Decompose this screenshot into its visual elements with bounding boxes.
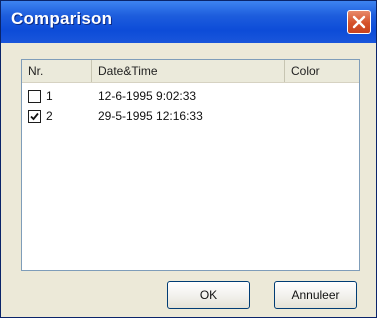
list-header: Nr. Date&Time Color xyxy=(22,60,359,83)
comparison-list[interactable]: Nr. Date&Time Color 1 12-6-1995 9:02:33 … xyxy=(21,59,360,271)
column-header-nr[interactable]: Nr. xyxy=(22,60,92,82)
close-icon xyxy=(352,15,366,29)
comparison-dialog: Comparison Nr. Date&Time Color 1 12-6-19… xyxy=(0,0,377,318)
list-item[interactable]: 2 29-5-1995 12:16:33 xyxy=(22,107,359,127)
row-checkbox[interactable] xyxy=(28,110,41,123)
cancel-button[interactable]: Annuleer xyxy=(274,281,357,309)
row-datetime: 12-6-1995 9:02:33 xyxy=(98,89,197,103)
title-bar[interactable]: Comparison xyxy=(1,1,376,43)
close-button[interactable] xyxy=(347,10,371,34)
dialog-title: Comparison xyxy=(11,9,113,28)
row-nr: 2 xyxy=(46,109,53,123)
row-datetime: 29-5-1995 12:16:33 xyxy=(98,109,203,123)
list-item[interactable]: 1 12-6-1995 9:02:33 xyxy=(22,87,359,107)
column-header-datetime[interactable]: Date&Time xyxy=(92,60,285,82)
row-nr: 1 xyxy=(46,89,53,103)
column-header-color[interactable]: Color xyxy=(285,60,359,82)
row-checkbox[interactable] xyxy=(28,90,41,103)
ok-button[interactable]: OK xyxy=(167,281,250,309)
checkmark-icon xyxy=(30,112,39,121)
